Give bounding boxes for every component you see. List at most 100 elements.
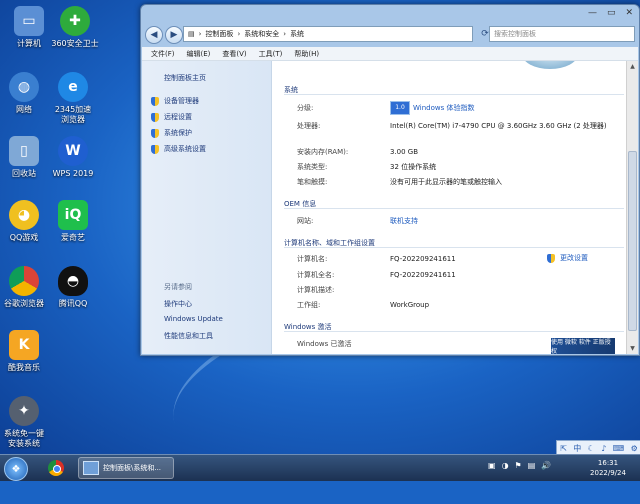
rating-value[interactable]: 1.0 Windows 体验指数 bbox=[390, 101, 622, 115]
divider bbox=[284, 94, 624, 95]
uac-shield-icon bbox=[151, 128, 159, 138]
desktop-icon-2345-browser[interactable]: e 2345加速浏览器 bbox=[44, 72, 102, 125]
wps-icon: W bbox=[58, 136, 88, 166]
ime-punctuation-icon[interactable]: ♪ bbox=[601, 444, 606, 453]
activation-status: Windows 已激活 bbox=[297, 340, 352, 348]
menu-bar: 文件(F) 编辑(E) 查看(V) 工具(T) 帮助(H) bbox=[142, 47, 638, 61]
menu-tools[interactable]: 工具(T) bbox=[259, 49, 283, 59]
ime-chinese-mode[interactable]: 中 bbox=[573, 443, 581, 454]
vertical-scrollbar[interactable]: ▲ ▼ bbox=[626, 61, 638, 354]
action-center-flag-icon[interactable]: ⚑ bbox=[515, 461, 522, 470]
task-system-protection[interactable]: 系统保护 bbox=[151, 128, 192, 138]
windows-logo-graphic bbox=[522, 61, 578, 69]
link-performance-tools[interactable]: 性能信息和工具 bbox=[164, 331, 213, 341]
full-name-value: FQ-202209241611 bbox=[390, 271, 456, 279]
tray-360-icon[interactable]: ◑ bbox=[502, 461, 509, 470]
taskbar-control-panel[interactable]: 控制面板\系统和... bbox=[78, 457, 174, 479]
computer-name-label: 计算机名: bbox=[297, 255, 328, 263]
volume-icon[interactable]: 🔊 bbox=[541, 461, 551, 470]
change-settings-label: 更改设置 bbox=[560, 254, 588, 262]
chrome-icon bbox=[48, 460, 64, 476]
taskbar-chrome[interactable] bbox=[42, 457, 70, 479]
system-type-label: 系统类型: bbox=[297, 163, 328, 171]
link-action-center[interactable]: 操作中心 bbox=[164, 299, 192, 309]
breadcrumb-system[interactable]: 系统 bbox=[290, 29, 304, 39]
uac-shield-icon bbox=[547, 253, 555, 263]
windows-logo-icon: ❖ bbox=[11, 463, 21, 475]
desktop-icon-qq[interactable]: ◓ 腾讯QQ bbox=[44, 266, 102, 309]
ime-settings-icon[interactable]: ⚙ bbox=[631, 444, 638, 453]
tray-app-icon[interactable]: ▣ bbox=[488, 461, 496, 470]
desktop-icon-label: 腾讯QQ bbox=[58, 299, 88, 308]
chevron-right-icon: › bbox=[237, 30, 241, 38]
menu-edit[interactable]: 编辑(E) bbox=[187, 49, 211, 59]
desktop-icon-360[interactable]: ✚ 360安全卫士 bbox=[46, 6, 104, 49]
scroll-up-icon[interactable]: ▲ bbox=[627, 61, 638, 72]
minimize-button[interactable]: — bbox=[588, 8, 597, 18]
desktop-icon-label: 系统免一键安装系统 bbox=[4, 429, 44, 448]
scroll-thumb[interactable] bbox=[628, 151, 637, 331]
control-panel-home-link[interactable]: 控制面板主页 bbox=[164, 73, 206, 83]
network-tray-icon[interactable]: ▤ bbox=[528, 461, 536, 470]
task-advanced-settings[interactable]: 高级系统设置 bbox=[151, 144, 206, 154]
ime-moon-icon[interactable]: ☾ bbox=[588, 444, 595, 453]
genuine-software-badge[interactable]: 使用 微软 软件 正版授权 bbox=[551, 338, 615, 354]
breadcrumb-system-security[interactable]: 系统和安全 bbox=[244, 29, 279, 39]
address-bar[interactable]: ▤ › 控制面板 › 系统和安全 › 系统 bbox=[183, 26, 473, 42]
task-label: 系统保护 bbox=[164, 129, 192, 137]
control-panel-window: — ▭ ✕ ◀ ▶ ▤ › 控制面板 › 系统和安全 › 系统 ⟳ 搜索控制面板… bbox=[140, 4, 640, 356]
close-button[interactable]: ✕ bbox=[625, 8, 633, 18]
online-support-link[interactable]: 联机支持 bbox=[390, 216, 622, 226]
uac-shield-icon bbox=[151, 96, 159, 106]
left-pane: 控制面板主页 设备管理器 远程设置 系统保护 高级系统设置 另请参阅 操作中心 … bbox=[142, 61, 272, 354]
ime-keyboard-icon[interactable]: ⌨ bbox=[613, 444, 625, 453]
taskbar-window-label: 控制面板\系统和... bbox=[103, 464, 162, 472]
pen-touch-label: 笔和触摸: bbox=[297, 178, 328, 186]
qq-penguin-icon: ◓ bbox=[58, 266, 88, 296]
window-controls: — ▭ ✕ bbox=[588, 8, 633, 18]
clock-date: 2022/9/24 bbox=[590, 469, 626, 477]
recycle-bin-icon: ▯ bbox=[9, 136, 39, 166]
description-label: 计算机描述: bbox=[297, 286, 335, 294]
ram-value: 3.00 GB bbox=[390, 148, 419, 156]
change-settings-link[interactable]: 更改设置 bbox=[547, 253, 588, 263]
forward-button[interactable]: ▶ bbox=[165, 26, 183, 44]
ram-label: 安装内存(RAM): bbox=[297, 148, 349, 156]
desktop-icon-label: 爱奇艺 bbox=[61, 233, 85, 242]
maximize-button[interactable]: ▭ bbox=[607, 8, 616, 18]
experience-index-link[interactable]: Windows 体验指数 bbox=[413, 104, 474, 112]
desktop-icon-wps[interactable]: W WPS 2019 bbox=[44, 136, 102, 179]
title-bar[interactable] bbox=[141, 5, 639, 19]
desktop-icon-label: 2345加速浏览器 bbox=[54, 105, 92, 124]
desktop-icon-iqiyi[interactable]: iQ 爱奇艺 bbox=[44, 200, 102, 243]
desktop-icon-label: 酷我音乐 bbox=[8, 363, 40, 372]
back-button[interactable]: ◀ bbox=[145, 26, 163, 44]
chrome-icon bbox=[9, 266, 39, 296]
task-remote-settings[interactable]: 远程设置 bbox=[151, 112, 192, 122]
search-input[interactable]: 搜索控制面板 bbox=[489, 26, 635, 42]
rabbit-icon: ✦ bbox=[9, 396, 39, 426]
navigation-bar: ◀ ▶ ▤ › 控制面板 › 系统和安全 › 系统 ⟳ 搜索控制面板 bbox=[145, 25, 635, 45]
task-device-manager[interactable]: 设备管理器 bbox=[151, 96, 199, 106]
desktop: ▭ 计算机 ✚ 360安全卫士 ◍ 网络 e 2345加速浏览器 ▯ 回收站 W… bbox=[0, 0, 640, 504]
control-panel-icon bbox=[83, 461, 99, 475]
breadcrumb-control-panel[interactable]: 控制面板 bbox=[205, 29, 233, 39]
see-also-heading: 另请参阅 bbox=[164, 283, 192, 291]
rating-label: 分级: bbox=[297, 104, 314, 112]
shield-plus-icon: ✚ bbox=[60, 6, 90, 36]
menu-view[interactable]: 查看(V) bbox=[222, 49, 246, 59]
clock[interactable]: 16:31 2022/9/24 bbox=[583, 458, 633, 478]
iqiyi-icon: iQ bbox=[58, 200, 88, 230]
divider bbox=[284, 247, 624, 248]
start-button[interactable]: ❖ bbox=[4, 457, 28, 481]
menu-help[interactable]: 帮助(H) bbox=[294, 49, 319, 59]
scroll-down-icon[interactable]: ▼ bbox=[627, 343, 638, 354]
link-windows-update[interactable]: Windows Update bbox=[164, 315, 223, 323]
uac-shield-icon bbox=[151, 112, 159, 122]
desktop-icon-kuwo[interactable]: K 酷我音乐 bbox=[0, 330, 53, 373]
cpu-label: 处理器: bbox=[297, 122, 321, 130]
ime-expand-icon[interactable]: ⇱ bbox=[560, 444, 567, 453]
desktop-icon-installer[interactable]: ✦ 系统免一键安装系统 bbox=[0, 396, 53, 449]
chevron-right-icon: › bbox=[283, 30, 287, 38]
menu-file[interactable]: 文件(F) bbox=[151, 49, 175, 59]
